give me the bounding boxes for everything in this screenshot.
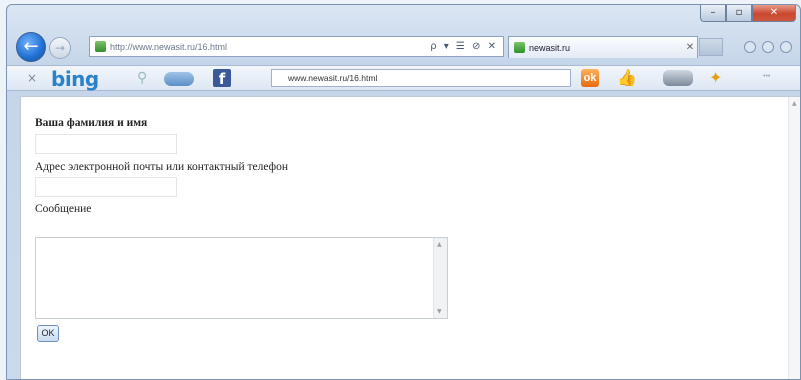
browser-window: – ▫ ✕ ← → http://www.newasit.ru/16.html … — [6, 4, 801, 380]
new-tab-button[interactable] — [699, 38, 723, 56]
games-icon[interactable] — [663, 70, 693, 86]
gear-icon[interactable] — [780, 41, 792, 53]
forward-button[interactable]: → — [49, 37, 71, 59]
message-label: Сообщение — [35, 203, 92, 215]
maximize-button[interactable]: ▫ — [726, 5, 752, 22]
toolbar-close-icon[interactable]: × — [27, 71, 37, 85]
thumbs-up-icon[interactable]: 👍 — [617, 68, 639, 88]
message-textarea[interactable]: ▲ ▼ — [35, 237, 448, 319]
tab-favicon-icon — [514, 42, 525, 53]
cloud-icon[interactable] — [164, 72, 194, 86]
scroll-up-icon[interactable]: ▲ — [437, 241, 442, 248]
tab-close-icon[interactable]: ✕ — [683, 42, 697, 53]
page-scrollbar[interactable]: ▲ — [788, 97, 800, 379]
home-icon[interactable] — [744, 41, 756, 53]
command-icons — [744, 41, 792, 53]
address-text: http://www.newasit.ru/16.html — [110, 41, 228, 52]
toolbar-search-input[interactable]: www.newasit.ru/16.html — [271, 69, 571, 87]
bing-logo[interactable]: bing — [51, 67, 99, 91]
contact-label: Адрес электронной почты или контактный т… — [35, 161, 288, 173]
address-bar[interactable]: http://www.newasit.ru/16.html ρ ▾ ☰ ⊘ ✕ — [89, 36, 504, 57]
page-scroll-up-icon[interactable]: ▲ — [792, 100, 797, 107]
close-window-button[interactable]: ✕ — [752, 5, 796, 22]
textarea-scrollbar[interactable]: ▲ ▼ — [433, 238, 447, 318]
bing-toolbar: × bing ⚲ f www.newasit.ru/16.html ok 👍 ✦… — [7, 65, 800, 91]
submit-button[interactable]: OK — [37, 325, 59, 342]
navigation-bar: ← → http://www.newasit.ru/16.html ρ ▾ ☰ … — [7, 31, 800, 65]
facebook-icon[interactable]: f — [213, 69, 231, 88]
back-button[interactable]: ← — [16, 32, 46, 62]
favorites-star-icon[interactable] — [762, 41, 774, 53]
tab-title: newasit.ru — [529, 42, 571, 53]
site-favicon-icon — [95, 41, 106, 52]
toolbar-odnoklassniki-icon[interactable]: ok — [581, 69, 599, 87]
scroll-down-icon[interactable]: ▼ — [437, 308, 442, 315]
name-label: Ваша фамилия и имя — [35, 117, 148, 129]
name-input[interactable] — [35, 134, 177, 154]
toolbar-more-icon[interactable]: ••• — [763, 73, 770, 80]
browser-tab[interactable]: newasit.ru ✕ — [508, 36, 698, 58]
sparkle-icon[interactable]: ✦ — [709, 68, 722, 87]
contact-input[interactable] — [35, 177, 177, 197]
address-tools[interactable]: ρ ▾ ☰ ⊘ ✕ — [430, 41, 503, 52]
share-icon[interactable]: ⚲ — [137, 70, 159, 86]
window-caption-buttons: – ▫ ✕ — [700, 5, 796, 23]
minimize-button[interactable]: – — [700, 5, 726, 22]
page-content: Ваша фамилия и имя Адрес электронной поч… — [20, 96, 800, 379]
